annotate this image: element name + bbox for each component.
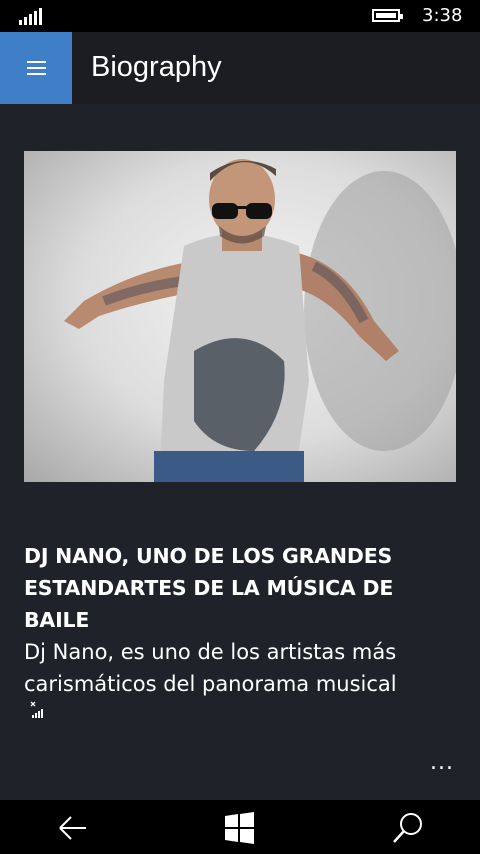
navigation-bar <box>0 800 480 854</box>
page-title: Biography <box>91 51 222 83</box>
windows-icon[interactable] <box>220 808 260 848</box>
article-headline: DJ NANO, UNO DE LOS GRANDES ESTANDARTES … <box>24 544 394 632</box>
battery-icon <box>372 9 403 22</box>
status-bar: 3:38 <box>0 0 480 32</box>
network-status-icon <box>30 701 43 718</box>
page-header: Biography <box>0 32 480 104</box>
back-icon[interactable] <box>52 808 92 848</box>
more-options-button[interactable]: ... <box>430 750 454 775</box>
article-body: Dj Nano, es uno de los artistas más cari… <box>24 640 397 696</box>
hamburger-icon <box>27 61 46 63</box>
hamburger-menu-button[interactable] <box>0 32 72 104</box>
signal-strength-icon <box>19 7 43 25</box>
search-icon[interactable] <box>388 808 428 848</box>
status-time: 3:38 <box>422 5 463 26</box>
artist-photo <box>24 151 456 482</box>
